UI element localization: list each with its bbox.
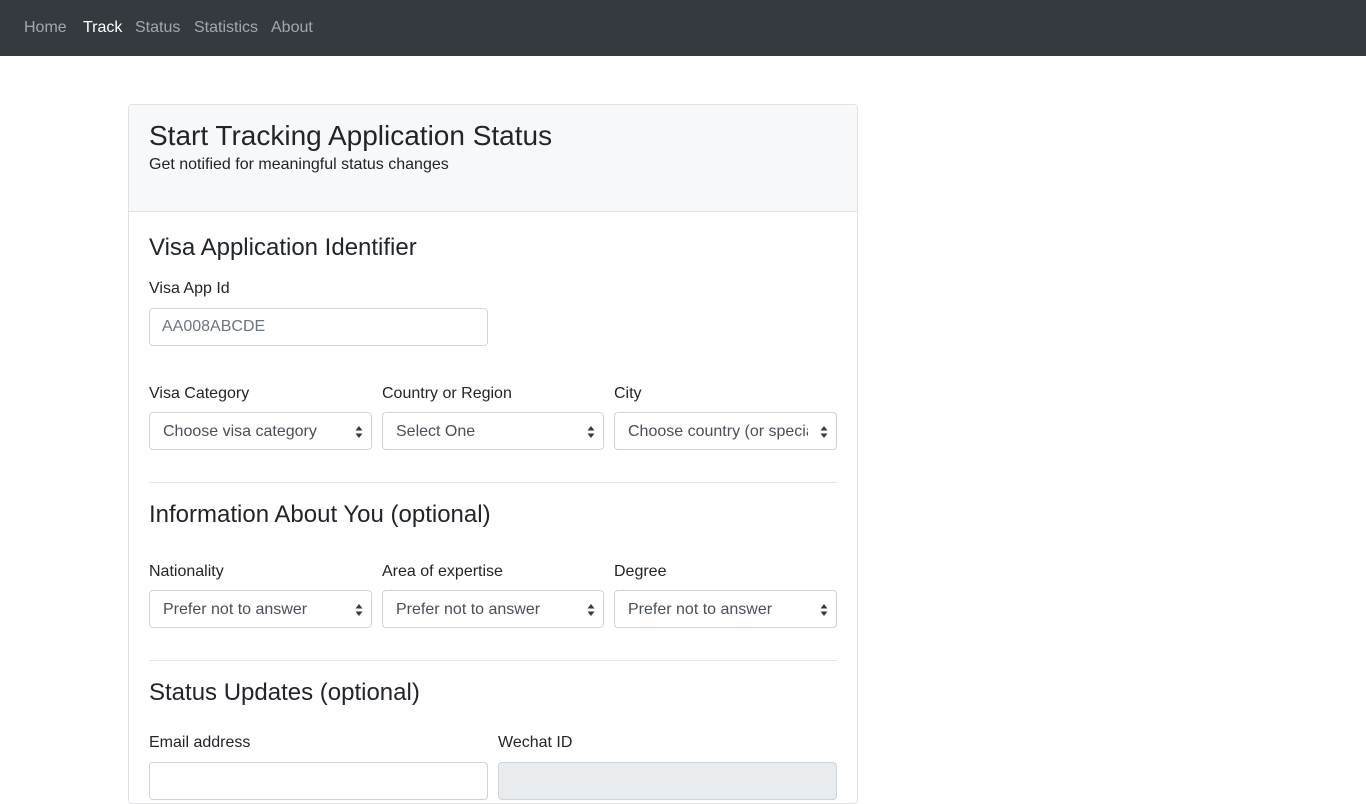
sort-caret-icon bbox=[820, 426, 828, 438]
section-heading-status-updates: Status Updates (optional) bbox=[149, 679, 420, 706]
degree-value: Prefer not to answer bbox=[628, 601, 773, 618]
wechat-label: Wechat ID bbox=[498, 734, 573, 751]
sort-caret-icon bbox=[587, 426, 595, 438]
city-value: Choose country (or special region) first bbox=[628, 423, 808, 440]
nav-about[interactable]: About bbox=[271, 18, 313, 38]
visa-category-select[interactable]: Choose visa category bbox=[149, 412, 372, 450]
city-select[interactable]: Choose country (or special region) first bbox=[614, 412, 837, 450]
sort-caret-icon bbox=[355, 426, 363, 438]
email-label: Email address bbox=[149, 734, 251, 751]
section-heading-identifier: Visa Application Identifier bbox=[149, 234, 417, 261]
visa-category-value: Choose visa category bbox=[163, 423, 317, 440]
section-heading-about-you: Information About You (optional) bbox=[149, 501, 491, 528]
degree-select[interactable]: Prefer not to answer bbox=[614, 590, 837, 628]
sort-caret-icon bbox=[355, 604, 363, 616]
section-divider bbox=[149, 660, 837, 661]
section-divider bbox=[149, 482, 837, 483]
page-subtitle: Get notified for meaningful status chang… bbox=[149, 156, 449, 173]
nav-home[interactable]: Home bbox=[24, 18, 67, 38]
sort-caret-icon bbox=[820, 604, 828, 616]
page-title: Start Tracking Application Status bbox=[149, 120, 553, 151]
expertise-select[interactable]: Prefer not to answer bbox=[382, 590, 604, 628]
nav-track[interactable]: Track bbox=[83, 18, 122, 38]
expertise-value: Prefer not to answer bbox=[396, 601, 541, 618]
visa-app-id-input[interactable] bbox=[149, 308, 488, 346]
sort-caret-icon bbox=[587, 604, 595, 616]
country-region-select[interactable]: Select One bbox=[382, 412, 604, 450]
nav-status[interactable]: Status bbox=[135, 18, 180, 38]
visa-app-id-label: Visa App Id bbox=[149, 280, 230, 297]
tracking-form-card: Start Tracking Application Status Get no… bbox=[128, 104, 858, 804]
nav-statistics[interactable]: Statistics bbox=[194, 18, 258, 38]
country-region-label: Country or Region bbox=[382, 385, 512, 402]
card-header: Start Tracking Application Status Get no… bbox=[129, 105, 857, 212]
nationality-select[interactable]: Prefer not to answer bbox=[149, 590, 372, 628]
country-region-value: Select One bbox=[396, 423, 476, 440]
nationality-value: Prefer not to answer bbox=[163, 601, 308, 618]
nationality-label: Nationality bbox=[149, 563, 224, 580]
degree-label: Degree bbox=[614, 563, 667, 580]
navbar: Home Track Status Statistics About bbox=[0, 0, 1366, 56]
visa-category-label: Visa Category bbox=[149, 385, 250, 402]
expertise-label: Area of expertise bbox=[382, 563, 503, 580]
city-label: City bbox=[614, 385, 642, 402]
